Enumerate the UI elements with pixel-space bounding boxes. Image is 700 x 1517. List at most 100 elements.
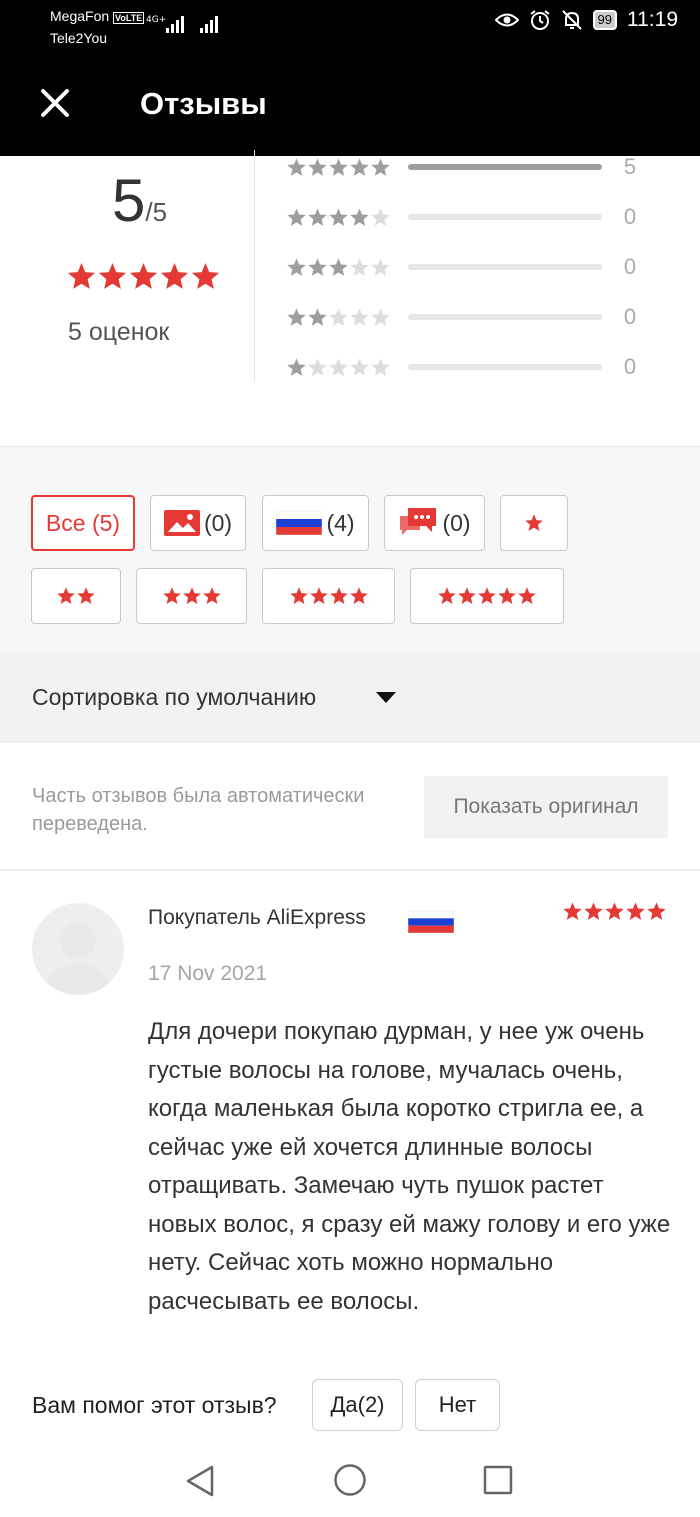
mute-bell-icon: [561, 10, 582, 30]
recents-nav-button[interactable]: [482, 1464, 514, 1501]
carrier-1: MegaFon: [50, 8, 110, 24]
star-icon: [77, 587, 95, 604]
volte-badge: VoLTE: [113, 12, 145, 24]
image-icon: [163, 510, 200, 536]
home-circle-icon: [334, 1464, 366, 1496]
filter-4-stars[interactable]: [262, 568, 395, 624]
russia-flag-icon: [407, 910, 455, 938]
chat-icon: [398, 506, 438, 540]
star-icon: [371, 207, 390, 226]
filter-1-star[interactable]: [500, 495, 568, 551]
filter-area: Все (5) (0) (4) (0): [0, 446, 700, 651]
rating-bar-fill: [408, 164, 602, 170]
star-icon: [498, 587, 516, 604]
ratings-count: 5 оценок: [68, 318, 170, 346]
star-icon: [350, 157, 369, 176]
star-icon: [287, 207, 306, 226]
filter-3-stars[interactable]: [136, 568, 247, 624]
star-icon: [289, 587, 308, 604]
signal-icon: 4G+: [146, 15, 218, 33]
close-icon: [41, 89, 69, 117]
star-icon: [584, 902, 603, 920]
average-score: 5/5: [112, 166, 167, 247]
star-icon: [287, 307, 306, 326]
back-nav-button[interactable]: [184, 1464, 216, 1503]
caret-down-icon[interactable]: [376, 691, 396, 709]
star-rating-icon: [524, 513, 544, 533]
star-icon: [308, 207, 327, 226]
star-icon: [98, 262, 127, 289]
filter-2-stars[interactable]: [31, 568, 121, 624]
filter-all[interactable]: Все (5): [31, 495, 135, 551]
star-icon: [525, 514, 543, 531]
show-original-button[interactable]: Показать оригинал: [424, 776, 668, 838]
carrier-2: Tele2You: [50, 30, 108, 46]
clock: 11:19: [627, 8, 678, 31]
star-icon: [647, 902, 666, 920]
star-icon: [329, 207, 348, 226]
star-icon: [308, 357, 327, 376]
star-rating-icon: [437, 586, 537, 606]
russia-flag-icon: [276, 511, 323, 535]
filter-russia[interactable]: (4): [262, 495, 369, 551]
star-icon: [626, 902, 645, 920]
helpful-yes-button[interactable]: Да(2): [312, 1379, 403, 1431]
star-rating-icon: [289, 586, 369, 606]
star-icon: [129, 262, 158, 289]
star-icon: [518, 587, 536, 604]
row-stars: [286, 157, 392, 178]
star-icon: [371, 257, 390, 276]
home-nav-button[interactable]: [333, 1463, 367, 1502]
star-icon: [202, 587, 221, 604]
rating-row-5: 5: [286, 152, 666, 182]
star-icon: [160, 262, 189, 289]
rating-row-2: 0: [286, 302, 666, 332]
row-stars: [286, 207, 392, 228]
star-icon: [350, 257, 369, 276]
rating-bar: [408, 314, 602, 320]
rating-row-1: 0: [286, 352, 666, 382]
review-date: 17 Nov 2021: [148, 962, 268, 985]
rating-row-count: 0: [623, 204, 637, 229]
alarm-icon: [529, 10, 550, 30]
filter-comments-count: (0): [442, 509, 471, 536]
review-stars: [562, 901, 667, 922]
navigation-bar: [0, 1440, 700, 1517]
helpful-no-button[interactable]: Нет: [415, 1379, 500, 1431]
star-icon: [191, 262, 220, 289]
star-icon: [438, 587, 456, 604]
star-icon: [371, 307, 390, 326]
page-title: Отзывы: [140, 86, 267, 121]
filter-comments[interactable]: (0): [384, 495, 485, 551]
rating-bar: [408, 364, 602, 370]
close-button[interactable]: [36, 84, 74, 122]
rating-bar: [408, 214, 602, 220]
row-stars: [286, 257, 392, 278]
eye-icon: [494, 13, 519, 27]
star-icon: [308, 157, 327, 176]
star-icon: [329, 157, 348, 176]
filter-photo[interactable]: (0): [150, 495, 246, 551]
rating-bar: [408, 164, 602, 170]
battery-indicator: 99: [592, 10, 617, 30]
star-icon: [350, 357, 369, 376]
carrier-info: MegaFon VoLTE Tele2You: [50, 6, 145, 48]
star-icon: [287, 157, 306, 176]
star-icon: [182, 587, 201, 604]
star-icon: [350, 307, 369, 326]
star-rating-icon: [56, 586, 96, 606]
rating-row-4: 0: [286, 202, 666, 232]
translation-note: Часть отзывов была автоматически перевед…: [32, 785, 365, 835]
sort-label[interactable]: Сортировка по умолчанию: [32, 684, 316, 711]
rating-row-count: 0: [623, 304, 637, 329]
star-icon: [563, 902, 582, 920]
filter-5-stars[interactable]: [410, 568, 564, 624]
rating-bar: [408, 264, 602, 270]
filter-russia-count: (4): [326, 509, 355, 536]
star-icon: [308, 257, 327, 276]
review-text: Для дочери покупаю дурман, у нее уж очен…: [148, 1018, 671, 1315]
row-stars: [286, 357, 392, 378]
rating-row-count: 0: [623, 254, 637, 279]
rating-row-3: 0: [286, 252, 666, 282]
star-icon: [57, 587, 75, 604]
